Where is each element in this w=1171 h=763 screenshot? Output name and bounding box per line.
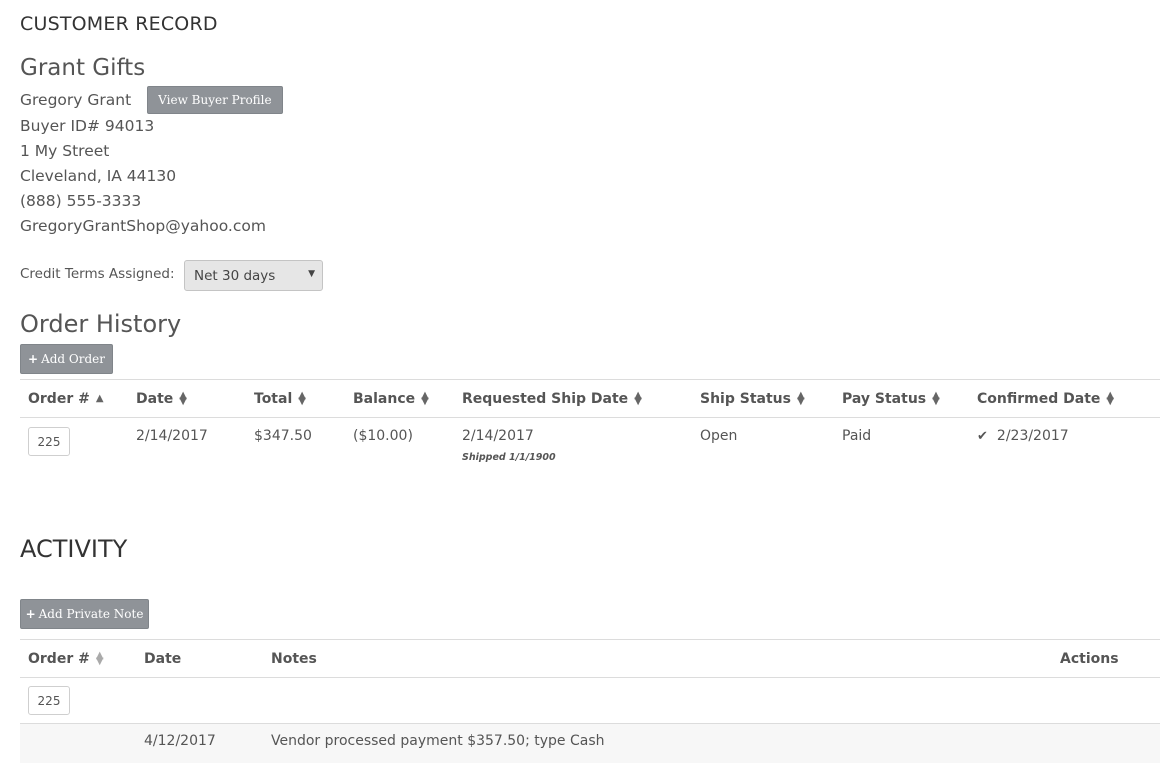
column-pay-status[interactable]: Pay Status ▲ ▼	[842, 380, 940, 417]
page-title: CUSTOMER RECORD	[20, 13, 218, 35]
city-state-zip: Cleveland, IA 44130	[20, 167, 177, 185]
column-balance[interactable]: Balance ▲ ▼	[353, 380, 429, 417]
credit-terms-select[interactable]: Net 30 days ▼	[184, 260, 323, 291]
requested-ship-date: 2/14/2017	[462, 428, 534, 444]
sort-icon: ▲ ▼	[298, 389, 306, 407]
buyer-name: Gregory Grant	[20, 91, 132, 109]
ship-status: Open	[700, 428, 738, 444]
sort-icon: ▲ ▼	[634, 389, 642, 407]
add-private-note-label: Add Private Note	[38, 607, 144, 621]
plus-icon: +	[28, 352, 39, 366]
buyer-id: Buyer ID# 94013	[20, 117, 155, 135]
order-number-button[interactable]: 225	[28, 427, 70, 456]
activity-table: Order # ▲ ▼ Date Notes Actions 225 4/12/2…	[20, 639, 1160, 763]
sort-asc-icon: ▲	[95, 392, 104, 404]
column-date: Date	[144, 650, 182, 667]
order-balance: ($10.00)	[353, 428, 413, 444]
sort-icon: ▲ ▼	[95, 649, 104, 667]
caret-down-icon: ▼	[308, 269, 315, 279]
shipped-note: Shipped 1/1/1900	[462, 452, 556, 463]
table-row: 4/12/2017 Vendor processed payment $357.…	[20, 723, 1160, 763]
order-history-title: Order History	[20, 310, 182, 338]
add-private-note-button[interactable]: + Add Private Note	[20, 599, 149, 629]
check-icon: ✔	[977, 428, 988, 444]
company-name: Grant Gifts	[20, 55, 146, 81]
order-history-table: Order # ▲ Date ▲ ▼ Total ▲ ▼ Balance ▲ ▼ Re…	[20, 379, 1160, 478]
column-confirmed-date[interactable]: Confirmed Date ▲ ▼	[977, 380, 1114, 417]
plus-icon: +	[25, 607, 36, 621]
sort-icon: ▲ ▼	[796, 389, 805, 407]
add-order-button[interactable]: + Add Order	[20, 344, 113, 374]
view-buyer-profile-button[interactable]: View Buyer Profile	[147, 86, 283, 114]
credit-terms-value: Net 30 days	[194, 268, 276, 284]
confirmed-date-cell: ✔ 2/23/2017	[977, 428, 1069, 444]
activity-date: 4/12/2017	[144, 733, 216, 749]
sort-icon: ▲ ▼	[932, 389, 940, 407]
order-history-header: Order # ▲ Date ▲ ▼ Total ▲ ▼ Balance ▲ ▼ Re…	[20, 379, 1160, 418]
column-order-number[interactable]: Order # ▲ ▼	[28, 640, 104, 677]
sort-icon: ▲ ▼	[179, 389, 187, 407]
column-requested-ship-date[interactable]: Requested Ship Date ▲ ▼	[462, 380, 642, 417]
street-address: 1 My Street	[20, 142, 110, 160]
pay-status: Paid	[842, 428, 872, 444]
order-number-button[interactable]: 225	[28, 686, 70, 715]
activity-header: Order # ▲ ▼ Date Notes Actions	[20, 639, 1160, 678]
sort-icon: ▲ ▼	[421, 389, 429, 407]
activity-group-row: 225	[20, 678, 1160, 724]
column-ship-status[interactable]: Ship Status ▲ ▼	[700, 380, 805, 417]
activity-title: ACTIVITY	[20, 535, 128, 563]
sort-icon: ▲ ▼	[1106, 389, 1115, 407]
column-total[interactable]: Total ▲ ▼	[254, 380, 306, 417]
buyer-row: Gregory Grant View Buyer Profile	[20, 85, 283, 115]
phone-number: (888) 555-3333	[20, 192, 142, 210]
column-actions: Actions	[1060, 650, 1119, 667]
credit-terms-label: Credit Terms Assigned:	[20, 266, 175, 282]
table-row: 225 2/14/2017 $347.50 ($10.00) 2/14/2017…	[20, 418, 1160, 478]
column-order-number[interactable]: Order # ▲	[28, 380, 104, 417]
activity-note: Vendor processed payment $357.50; type C…	[271, 733, 605, 749]
confirmed-date: 2/23/2017	[996, 428, 1069, 444]
column-date[interactable]: Date ▲ ▼	[136, 380, 187, 417]
column-notes: Notes	[271, 650, 317, 667]
email-address: GregoryGrantShop@yahoo.com	[20, 217, 266, 235]
order-total: $347.50	[254, 428, 312, 444]
order-date: 2/14/2017	[136, 428, 208, 444]
add-order-label: Add Order	[41, 352, 105, 366]
